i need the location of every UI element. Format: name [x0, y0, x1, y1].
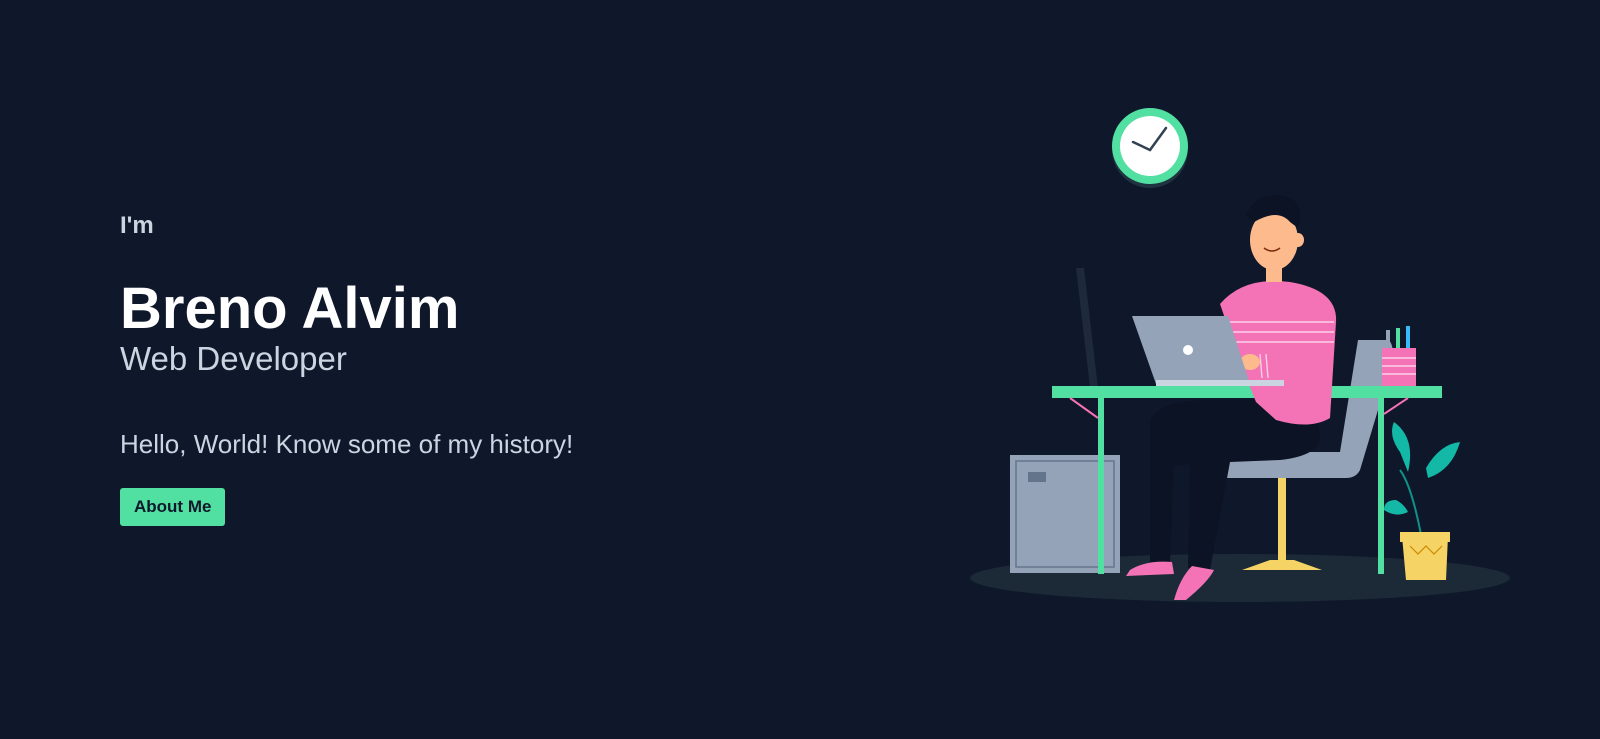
- hero-tagline: Hello, World! Know some of my history!: [120, 429, 574, 459]
- pencil-cup-icon: [1382, 326, 1416, 386]
- wall-clock-icon: [1112, 108, 1188, 188]
- developer-at-desk-illustration: [970, 108, 1510, 602]
- hero-name: Breno Alvim: [120, 276, 460, 341]
- plant-icon: [1384, 422, 1460, 580]
- monitor-stand: [1076, 268, 1098, 388]
- hero-intro: I'm: [120, 212, 154, 239]
- hero-role: Web Developer: [120, 340, 347, 377]
- about-me-button[interactable]: About Me: [120, 488, 226, 526]
- hero-text: I'm Breno Alvim Web Developer Hello, Wor…: [120, 212, 740, 526]
- hero-page: I'm Breno Alvim Web Developer Hello, Wor…: [0, 0, 1600, 739]
